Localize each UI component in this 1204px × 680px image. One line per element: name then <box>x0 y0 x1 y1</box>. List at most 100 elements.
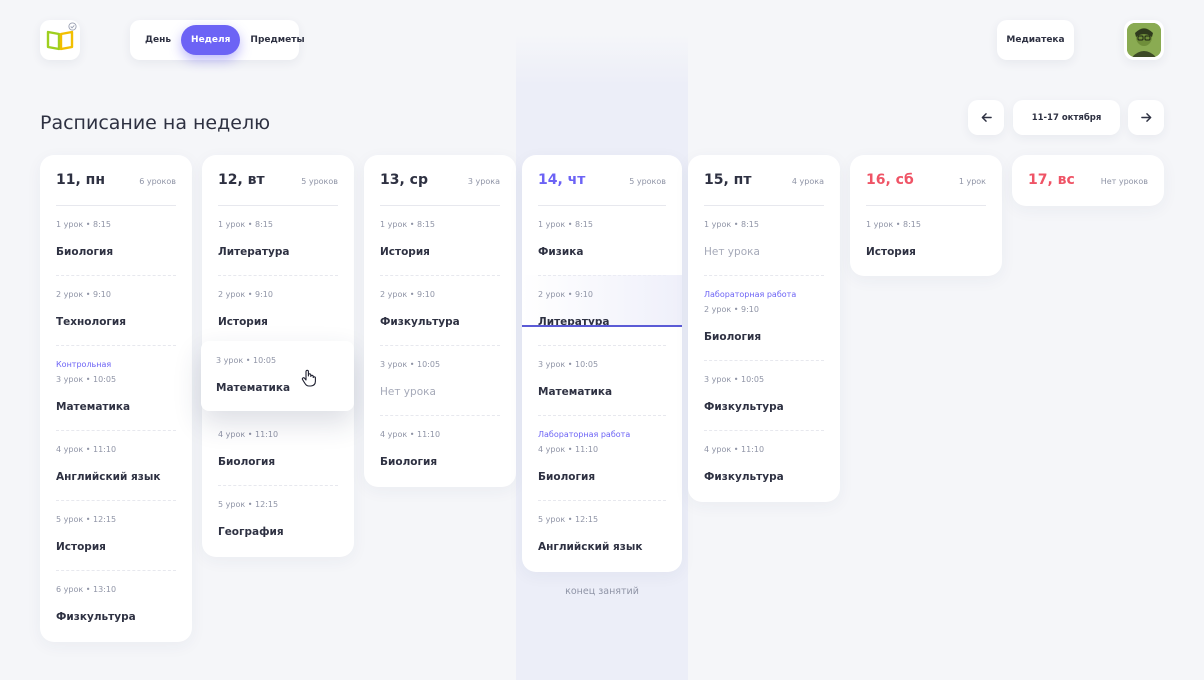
lesson-time: 4 урок • 11:10 <box>56 445 117 454</box>
lesson-item[interactable]: 1 урок • 8:15 История <box>380 206 500 276</box>
lesson-time: 1 урок • 8:15 <box>218 220 273 229</box>
lesson-item[interactable]: 5 урок • 12:15 Английский язык <box>538 501 666 571</box>
lesson-subject: Физкультура <box>704 401 784 413</box>
lesson-subject: Биология <box>704 331 762 343</box>
lesson-item-hovered[interactable]: 3 урок • 10:05 Математика <box>201 341 354 411</box>
day-date: 16, сб <box>866 172 914 188</box>
day-card-fri: 15, пт 4 урока 1 урок • 8:15 Нет урока Л… <box>688 155 840 502</box>
lesson-subject-empty: Нет урока <box>380 386 436 398</box>
book-logo-icon <box>46 30 74 51</box>
lesson-subject: Технология <box>56 316 127 328</box>
lesson-time: 5 урок • 12:15 <box>56 515 117 524</box>
lesson-subject: История <box>218 316 268 328</box>
avatar-photo <box>1127 23 1161 57</box>
lesson-subject: История <box>56 541 106 553</box>
lesson-subject: Биология <box>56 246 114 258</box>
lesson-subject: География <box>218 526 284 538</box>
lesson-tag: Лабораторная работа <box>538 430 631 439</box>
lesson-time: 4 урок • 11:10 <box>218 430 279 439</box>
end-of-lessons-label: конец занятий <box>565 586 639 597</box>
lesson-time: 6 урок • 13:10 <box>56 585 117 594</box>
day-date: 14, чт <box>538 172 586 188</box>
lesson-item[interactable]: 5 урок • 12:15 География <box>218 486 338 556</box>
tab-subjects[interactable]: Предметы <box>240 25 314 55</box>
day-date: 15, пт <box>704 172 752 188</box>
lesson-item[interactable]: Контрольная 3 урок • 10:05 Математика <box>56 346 176 431</box>
lesson-count: 4 урока <box>791 177 824 186</box>
lesson-tag: Контрольная <box>56 360 112 369</box>
lesson-time: 5 урок • 12:15 <box>538 515 599 524</box>
lesson-item[interactable]: Лабораторная работа 4 урок • 11:10 Биоло… <box>538 416 666 501</box>
lesson-subject: Литература <box>218 246 290 258</box>
arrow-left-icon <box>981 113 992 122</box>
lesson-time: 1 урок • 8:15 <box>56 220 111 229</box>
lesson-item[interactable]: 1 урок • 8:15 Литература <box>218 206 338 276</box>
lesson-item[interactable]: 6 урок • 13:10 Физкультура <box>56 571 176 641</box>
lesson-time: 5 урок • 12:15 <box>218 500 279 509</box>
lesson-item[interactable]: 3 урок • 10:05 Математика <box>538 346 666 416</box>
lesson-item[interactable]: 3 урок • 10:05 Физкультура <box>704 361 824 431</box>
lesson-subject: Физкультура <box>704 471 784 483</box>
prev-week-button[interactable] <box>968 100 1004 135</box>
lesson-item[interactable]: 2 урок • 9:10 Физкультура <box>380 276 500 346</box>
current-time-indicator <box>522 325 682 327</box>
lesson-time: 2 урок • 9:10 <box>538 290 593 299</box>
lesson-count: 3 урока <box>467 177 500 186</box>
lesson-time: 2 урок • 9:10 <box>704 305 759 314</box>
user-avatar[interactable] <box>1124 20 1164 60</box>
lesson-item[interactable]: 4 урок • 11:10 Английский язык <box>56 431 176 501</box>
day-header: 14, чт 5 уроков <box>538 155 666 206</box>
lesson-item[interactable]: 2 урок • 9:10 История <box>218 276 338 346</box>
lesson-item-current[interactable]: 2 урок • 9:10 Литература <box>538 276 666 346</box>
day-header: 17, вс Нет уроков <box>1028 155 1148 206</box>
lesson-subject: История <box>866 246 916 258</box>
hand-cursor-icon <box>301 369 316 387</box>
lesson-item[interactable]: 3 урок • 10:05 Нет урока <box>380 346 500 416</box>
lesson-subject: Физкультура <box>380 316 460 328</box>
lesson-item[interactable]: 2 урок • 9:10 Технология <box>56 276 176 346</box>
lesson-time: 1 урок • 8:15 <box>704 220 759 229</box>
media-library-button[interactable]: Медиатека <box>997 20 1074 60</box>
day-card-sun: 17, вс Нет уроков <box>1012 155 1164 206</box>
lesson-item[interactable]: 1 урок • 8:15 Биология <box>56 206 176 276</box>
lesson-count: 5 уроков <box>629 177 666 186</box>
lesson-item[interactable]: 1 урок • 8:15 История <box>866 206 986 276</box>
lesson-time: 4 урок • 11:10 <box>704 445 765 454</box>
lesson-time: 3 урок • 10:05 <box>538 360 599 369</box>
lesson-subject: Английский язык <box>538 541 643 553</box>
lesson-item[interactable]: 5 урок • 12:15 История <box>56 501 176 571</box>
lesson-subject: Биология <box>538 471 596 483</box>
lesson-time: 2 урок • 9:10 <box>56 290 111 299</box>
lesson-time: 1 урок • 8:15 <box>380 220 435 229</box>
lesson-item[interactable]: 4 урок • 11:10 Биология <box>218 416 338 486</box>
lesson-count: 6 уроков <box>139 177 176 186</box>
lesson-subject: Математика <box>216 382 291 394</box>
next-week-button[interactable] <box>1128 100 1164 135</box>
lesson-subject: Биология <box>218 456 276 468</box>
lesson-item[interactable]: 1 урок • 8:15 Физика <box>538 206 666 276</box>
lesson-subject-empty: Нет урока <box>704 246 760 258</box>
lesson-tag: Лабораторная работа <box>704 290 797 299</box>
lesson-item[interactable]: 1 урок • 8:15 Нет урока <box>704 206 824 276</box>
day-header: 13, ср 3 урока <box>380 155 500 206</box>
lesson-time: 3 урок • 10:05 <box>56 375 117 384</box>
day-header: 16, сб 1 урок <box>866 155 986 206</box>
tab-day[interactable]: День <box>135 25 181 55</box>
view-switcher: День Неделя Предметы <box>130 20 305 60</box>
lesson-subject: Физкультура <box>56 611 136 623</box>
week-range-label: 11-17 октября <box>1013 100 1120 135</box>
app-logo[interactable] <box>40 20 80 60</box>
lesson-item[interactable]: Лабораторная работа 2 урок • 9:10 Биолог… <box>704 276 824 361</box>
page-title: Расписание на неделю <box>40 112 271 134</box>
tab-week[interactable]: Неделя <box>181 25 241 55</box>
lesson-item[interactable]: 4 урок • 11:10 Физкультура <box>704 431 824 501</box>
lesson-time: 4 урок • 11:10 <box>380 430 441 439</box>
lesson-time: 2 урок • 9:10 <box>218 290 273 299</box>
user-photo-icon <box>1127 23 1161 57</box>
lesson-time: 1 урок • 8:15 <box>538 220 593 229</box>
lesson-count: 1 урок <box>958 177 986 186</box>
day-date: 12, вт <box>218 172 265 188</box>
lesson-subject: Физика <box>538 246 584 258</box>
lesson-subject: Английский язык <box>56 471 161 483</box>
lesson-item[interactable]: 4 урок • 11:10 Биология <box>380 416 500 486</box>
